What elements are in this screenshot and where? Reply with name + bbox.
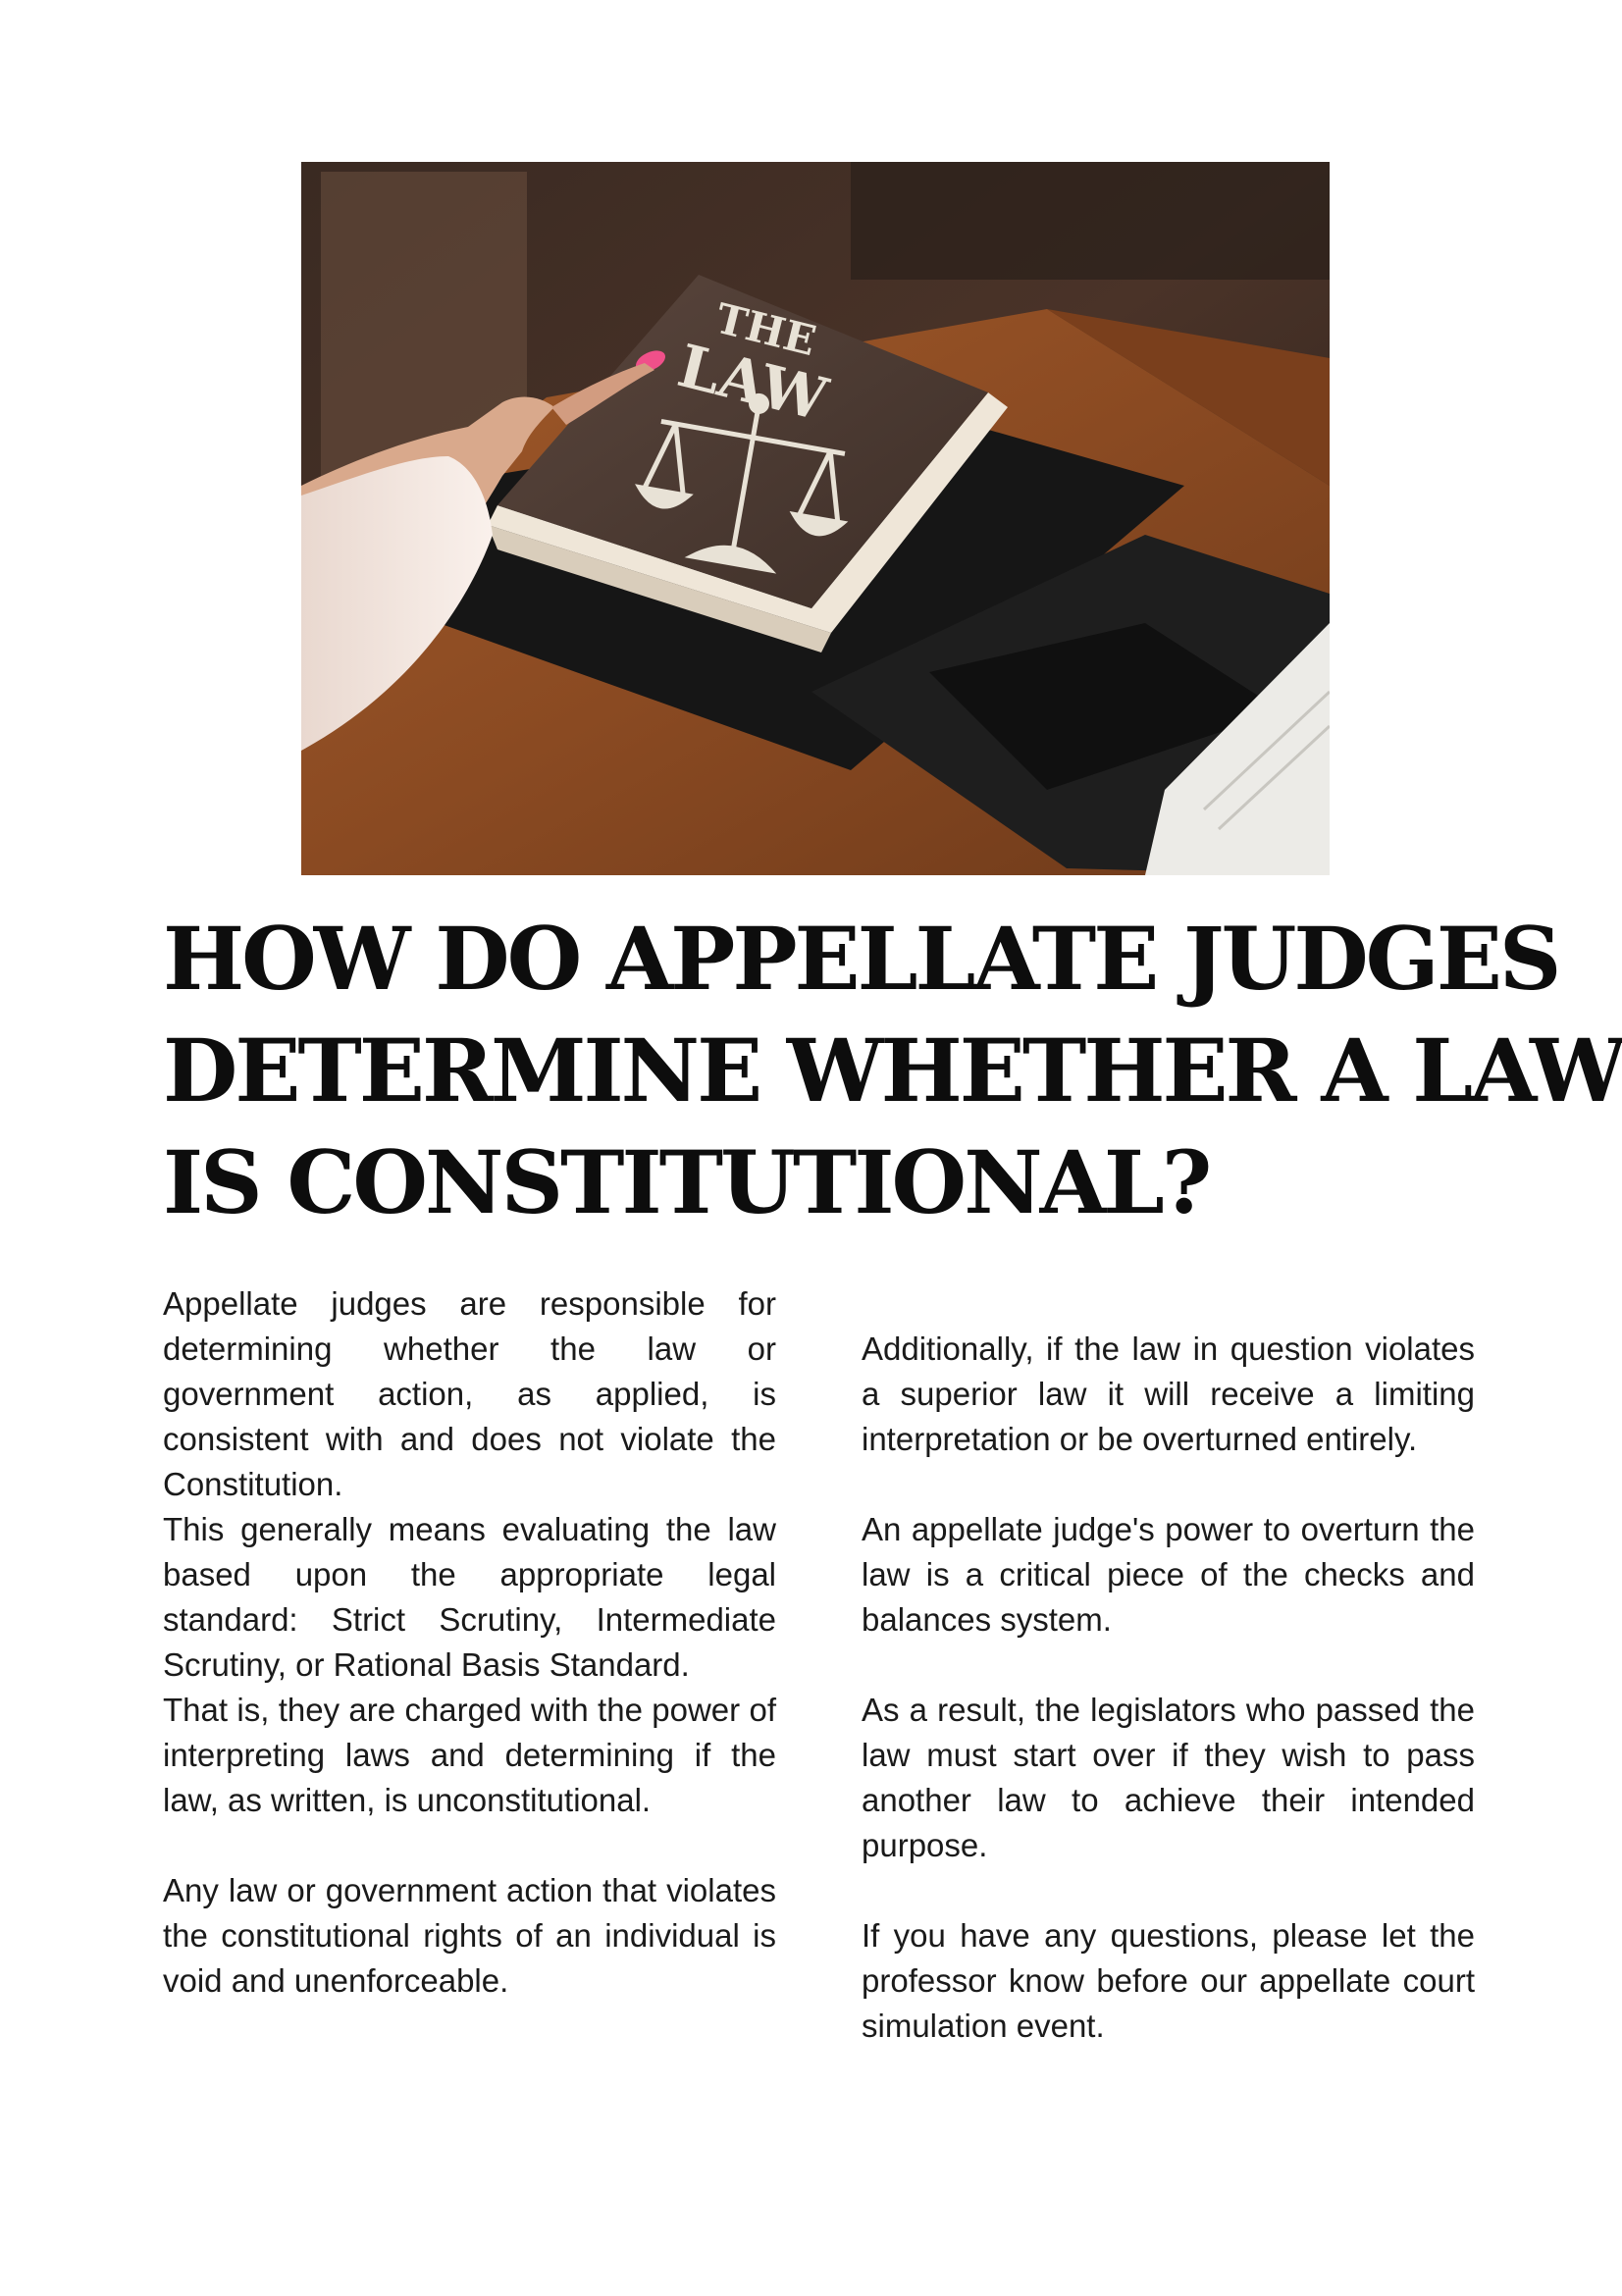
law-book-illustration: THE LAW	[301, 162, 1330, 875]
left-paragraph-2: This generally means evaluating the law …	[163, 1511, 776, 1683]
title-line-2: DETERMINE WHETHER A LAW	[163, 1019, 1622, 1122]
title-line-3: IS CONSTITUTIONAL?	[163, 1131, 1212, 1233]
right-column: Additionally, if the law in question vio…	[862, 1327, 1475, 2049]
right-paragraph-4: If you have any questions, please let th…	[862, 1917, 1475, 2044]
left-column: Appellate judges are responsible for det…	[163, 1281, 776, 2004]
left-paragraph-4: Any law or government action that violat…	[163, 1872, 776, 1999]
right-paragraph-1: Additionally, if the law in question vio…	[862, 1331, 1475, 1457]
left-paragraph-1: Appellate judges are responsible for det…	[163, 1285, 776, 1502]
right-paragraph-3: As a result, the legislators who passed …	[862, 1692, 1475, 1863]
page-title: HOW DO APPELLATE JUDGES DETERMINE WHETHE…	[163, 903, 1622, 1238]
right-paragraph-2: An appellate judge's power to overturn t…	[862, 1511, 1475, 1638]
left-paragraph-3: That is, they are charged with the power…	[163, 1692, 776, 1818]
title-line-1: HOW DO APPELLATE JUDGES	[163, 908, 1561, 1010]
hero-photo: THE LAW	[301, 162, 1330, 875]
